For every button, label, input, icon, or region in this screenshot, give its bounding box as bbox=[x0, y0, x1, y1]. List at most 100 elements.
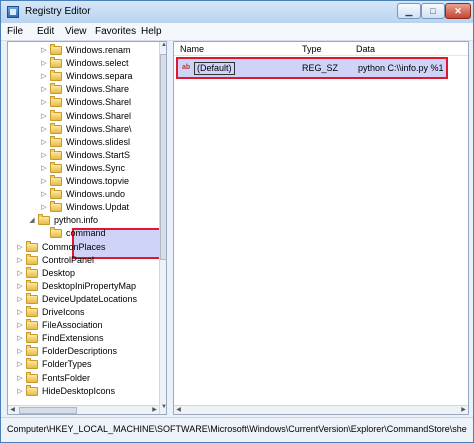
registry-key-tree[interactable]: ▷ Windows.renam ▷ Windows.select ▷ Windows.se… bbox=[7, 41, 167, 415]
menu-help[interactable]: Help bbox=[141, 26, 162, 37]
expand-icon[interactable]: ▷ bbox=[16, 358, 24, 371]
tree-vertical-scrollbar[interactable]: ▲ ▼ bbox=[159, 42, 166, 414]
folder-icon bbox=[26, 292, 38, 304]
scrollbar-thumb[interactable] bbox=[160, 54, 166, 260]
values-horizontal-scrollbar[interactable]: ◀ ▶ bbox=[174, 405, 468, 414]
value-row-default[interactable]: ab (Default) REG_SZ python C:\\info.py %… bbox=[176, 57, 448, 79]
maximize-button[interactable]: □ bbox=[421, 3, 445, 19]
expand-icon[interactable]: ▷ bbox=[16, 319, 24, 332]
expand-icon[interactable]: ▷ bbox=[40, 149, 48, 162]
expand-icon[interactable]: ▷ bbox=[40, 201, 48, 214]
expand-icon[interactable]: ▷ bbox=[16, 293, 24, 306]
maximize-icon: □ bbox=[430, 6, 436, 16]
menu-bar: File Edit View Favorites Help bbox=[1, 23, 473, 41]
expand-icon[interactable]: ▷ bbox=[16, 306, 24, 319]
folder-icon bbox=[26, 266, 38, 278]
scroll-right-icon[interactable]: ▶ bbox=[150, 406, 159, 414]
expand-icon[interactable]: ▷ bbox=[16, 280, 24, 293]
tree-item[interactable]: ▷ CommonPlaces bbox=[8, 240, 159, 254]
tree-item[interactable]: ▷ Windows.separa bbox=[8, 70, 159, 83]
tree-item[interactable]: ▷ FindExtensions bbox=[8, 332, 159, 345]
tree-item[interactable]: ▷ Windows.Updat bbox=[8, 201, 159, 214]
folder-icon bbox=[50, 161, 62, 173]
expand-icon[interactable]: ▷ bbox=[40, 70, 48, 83]
registry-values-list[interactable]: Name Type Data ab (Default) REG_SZ pytho… bbox=[173, 41, 469, 415]
close-button[interactable]: ✕ bbox=[445, 3, 471, 19]
tree-item[interactable]: ▷ FileAssociation bbox=[8, 319, 159, 332]
column-header-data[interactable]: Data bbox=[356, 44, 375, 54]
tree-horizontal-scrollbar[interactable]: ◀ ▶ bbox=[8, 405, 159, 414]
tree-item[interactable]: ▷ DeviceUpdateLocations bbox=[8, 292, 159, 306]
expand-icon[interactable]: ▷ bbox=[40, 175, 48, 188]
tree-item[interactable]: ▷ Windows.StartS bbox=[8, 148, 159, 162]
expand-icon[interactable]: ▷ bbox=[16, 385, 24, 398]
expand-icon[interactable]: ▷ bbox=[40, 110, 48, 123]
tree-item[interactable]: ▷ ControlPanel bbox=[8, 253, 159, 267]
tree-item-label: CommonPlaces bbox=[42, 241, 106, 252]
tree-item-label: Windows.Sharel bbox=[66, 110, 132, 121]
expand-icon[interactable]: ▷ bbox=[16, 332, 24, 345]
registry-editor-icon bbox=[7, 6, 19, 18]
tree-item[interactable]: ▷ FolderDescriptions bbox=[8, 345, 159, 358]
status-bar: Computer\HKEY_LOCAL_MACHINE\SOFTWARE\Mic… bbox=[1, 417, 473, 442]
folder-icon bbox=[50, 70, 62, 82]
folder-icon bbox=[50, 122, 62, 134]
expand-icon[interactable]: ▷ bbox=[40, 96, 48, 109]
tree-item[interactable]: ▷ DriveIcons bbox=[8, 306, 159, 319]
expand-icon[interactable]: ▷ bbox=[16, 241, 24, 254]
tree-item-label: FolderDescriptions bbox=[42, 346, 118, 357]
tree-item[interactable]: ▷ HideDesktopIcons bbox=[8, 384, 159, 398]
tree-item[interactable]: ▷ Windows.select bbox=[8, 57, 159, 70]
tree-item[interactable]: command bbox=[8, 227, 159, 240]
scroll-up-icon[interactable]: ▲ bbox=[160, 42, 166, 52]
tree-item[interactable]: ▷ Windows.Sync bbox=[8, 161, 159, 175]
expand-icon[interactable]: ▷ bbox=[16, 372, 24, 385]
expand-icon[interactable]: ▷ bbox=[16, 345, 24, 358]
expand-icon[interactable]: ▷ bbox=[40, 162, 48, 175]
tree-item[interactable]: ▷ Windows.undo bbox=[8, 188, 159, 201]
tree-item[interactable]: ▷ Windows.Share\ bbox=[8, 122, 159, 136]
tree-item[interactable]: ▷ Windows.Sharel bbox=[8, 109, 159, 123]
tree-item[interactable]: ▷ FontsFolder bbox=[8, 371, 159, 385]
tree-item[interactable]: ▷ Desktop bbox=[8, 266, 159, 280]
scroll-right-icon[interactable]: ▶ bbox=[459, 406, 468, 414]
tree-item[interactable]: ◢ python.info bbox=[8, 214, 159, 227]
expand-icon[interactable]: ▷ bbox=[40, 57, 48, 70]
tree-item[interactable]: ▷ FolderTypes bbox=[8, 358, 159, 371]
expand-icon[interactable]: ▷ bbox=[16, 267, 24, 280]
tree-item[interactable]: ▷ Windows.renam bbox=[8, 44, 159, 57]
expand-icon[interactable]: ▷ bbox=[40, 123, 48, 136]
tree-item[interactable]: ▷ Windows.Share bbox=[8, 83, 159, 96]
scroll-down-icon[interactable]: ▼ bbox=[160, 404, 166, 414]
expand-icon[interactable]: ▷ bbox=[40, 188, 48, 201]
tree-item[interactable]: ▷ Windows.Sharel bbox=[8, 96, 159, 109]
menu-file[interactable]: File bbox=[7, 26, 23, 37]
column-header-name[interactable]: Name bbox=[180, 44, 204, 54]
expand-icon[interactable]: ▷ bbox=[16, 254, 24, 267]
menu-favorites[interactable]: Favorites bbox=[95, 26, 136, 37]
tree-item-label: Windows.Share\ bbox=[66, 123, 132, 134]
tree-item[interactable]: ▷ Windows.slidesl bbox=[8, 135, 159, 149]
tree-item[interactable]: ▷ Windows.topvie bbox=[8, 175, 159, 188]
menu-view[interactable]: View bbox=[65, 26, 87, 37]
title-bar: Registry Editor ▁ □ ✕ bbox=[1, 1, 473, 23]
tree-item-label: HideDesktopIcons bbox=[42, 385, 116, 396]
tree-item[interactable]: ▷ DesktopIniPropertyMap bbox=[8, 279, 159, 293]
collapse-icon[interactable]: ◢ bbox=[28, 214, 36, 227]
tree-item-label: Windows.separa bbox=[66, 71, 133, 82]
tree-item-label: DesktopIniPropertyMap bbox=[42, 280, 137, 291]
menu-edit[interactable]: Edit bbox=[37, 26, 54, 37]
expand-icon[interactable]: ▷ bbox=[40, 44, 48, 57]
folder-icon bbox=[26, 240, 38, 252]
scrollbar-thumb[interactable] bbox=[19, 407, 77, 414]
string-value-icon: ab bbox=[182, 64, 191, 71]
expand-icon[interactable]: ▷ bbox=[40, 136, 48, 149]
expand-icon[interactable]: ▷ bbox=[40, 83, 48, 96]
scroll-left-icon[interactable]: ◀ bbox=[174, 406, 183, 414]
column-header-type[interactable]: Type bbox=[302, 44, 322, 54]
minimize-button[interactable]: ▁ bbox=[397, 3, 421, 19]
folder-icon bbox=[50, 148, 62, 160]
pane-splitter[interactable] bbox=[168, 41, 172, 415]
scroll-left-icon[interactable]: ◀ bbox=[8, 406, 17, 414]
folder-icon bbox=[50, 188, 62, 200]
